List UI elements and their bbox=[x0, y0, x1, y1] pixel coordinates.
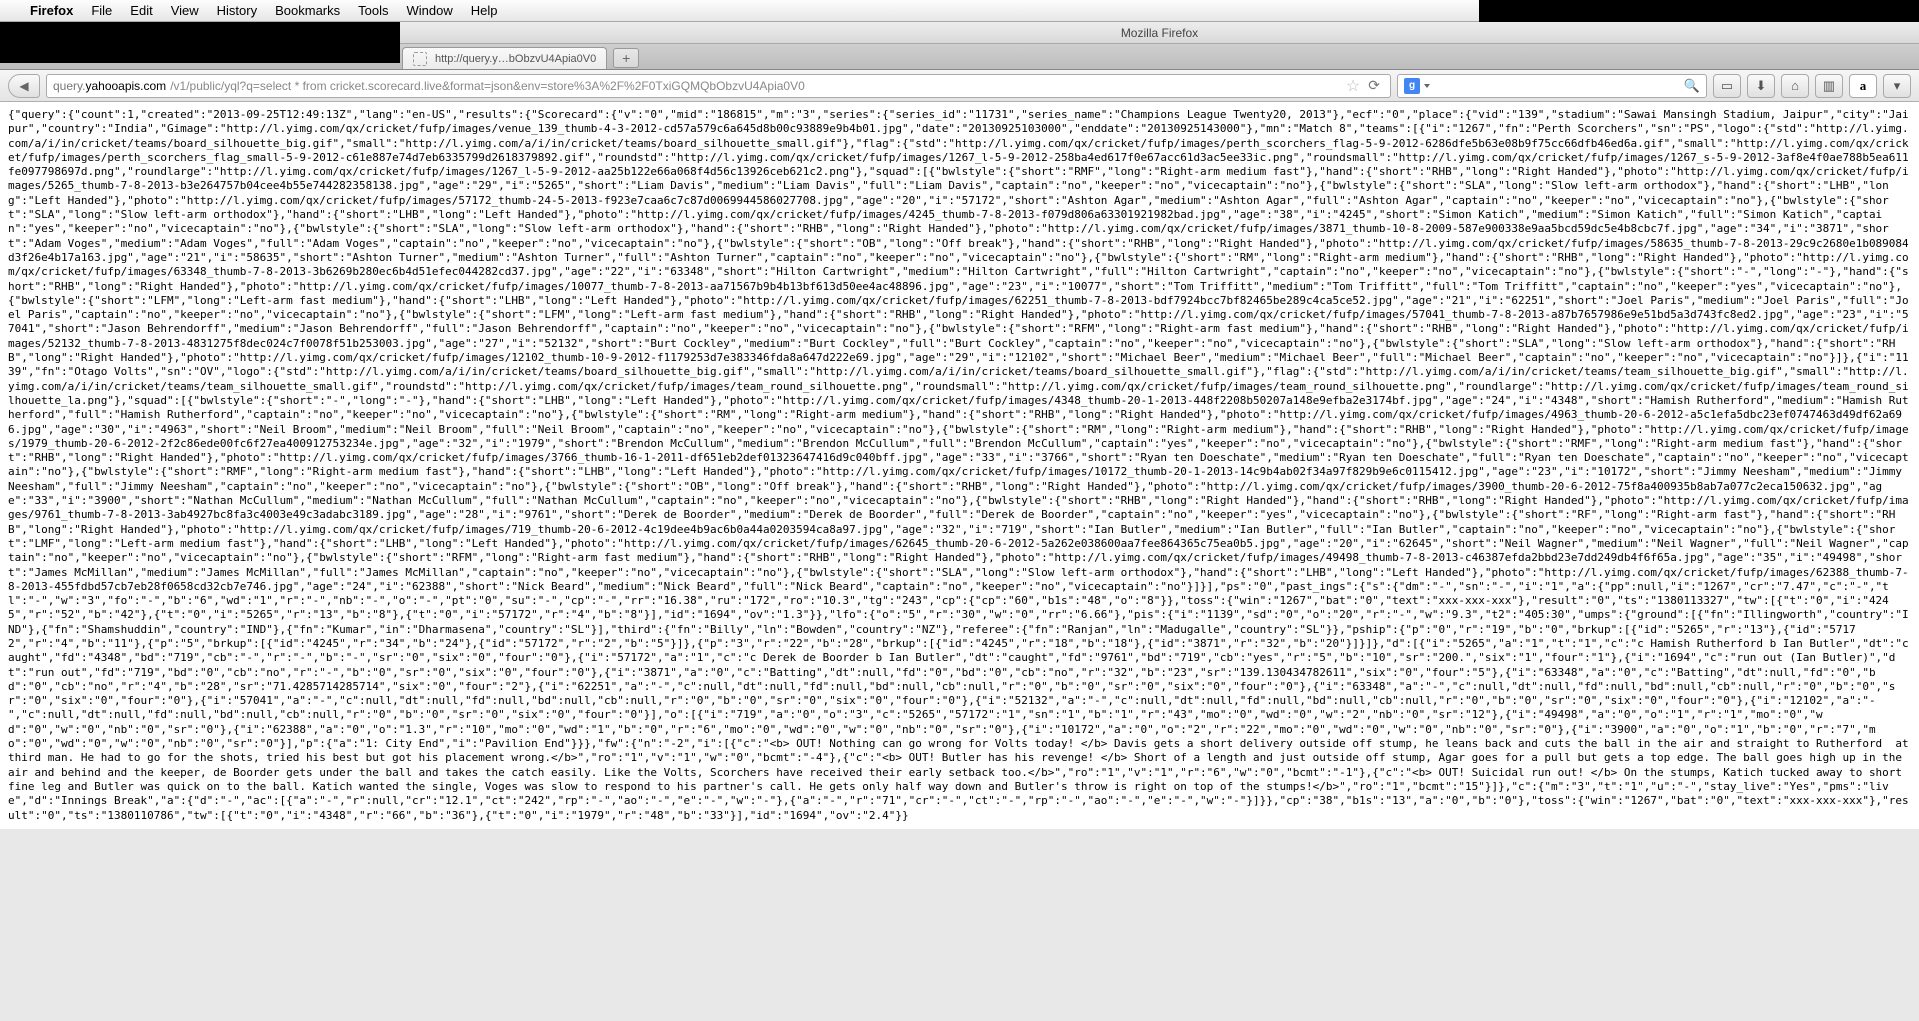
redacted-region bbox=[1479, 0, 1919, 22]
bookmark-star-icon[interactable]: ☆ bbox=[1346, 76, 1360, 96]
page-body-json[interactable]: {"query":{"count":1,"created":"2013-09-2… bbox=[0, 102, 1919, 829]
menu-tools[interactable]: Tools bbox=[358, 3, 388, 18]
tab-title: http://query.y…bObzvU4Apia0V0 bbox=[435, 53, 596, 65]
app-menu[interactable]: Firefox bbox=[30, 3, 73, 18]
window-title: Mozilla Firefox bbox=[400, 22, 1919, 44]
menu-file[interactable]: File bbox=[91, 3, 112, 18]
menu-edit[interactable]: Edit bbox=[130, 3, 152, 18]
browser-toolbar: ◀ query.yahooapis.com /v1/public/yql?q=s… bbox=[0, 70, 1919, 102]
menu-history[interactable]: History bbox=[217, 3, 257, 18]
redacted-region bbox=[0, 22, 400, 63]
amazon-button[interactable]: a bbox=[1849, 74, 1877, 98]
menu-bookmarks[interactable]: Bookmarks bbox=[275, 3, 340, 18]
browser-tab[interactable]: http://query.y…bObzvU4Apia0V0 bbox=[402, 47, 607, 69]
home-button[interactable]: ⌂ bbox=[1781, 74, 1809, 98]
address-bar[interactable]: query.yahooapis.com /v1/public/yql?q=sel… bbox=[46, 74, 1391, 98]
pocket-button[interactable]: ▭ bbox=[1713, 74, 1741, 98]
menu-window[interactable]: Window bbox=[407, 3, 453, 18]
overflow-menu-button[interactable]: ▾ bbox=[1883, 74, 1911, 98]
bookmarks-button[interactable]: ▥ bbox=[1815, 74, 1843, 98]
new-tab-button[interactable]: + bbox=[613, 48, 639, 68]
search-icon[interactable]: 🔍 bbox=[1684, 78, 1700, 94]
menu-view[interactable]: View bbox=[171, 3, 199, 18]
menu-help[interactable]: Help bbox=[471, 3, 498, 18]
page-favicon bbox=[413, 52, 427, 66]
back-button[interactable]: ◀ bbox=[8, 74, 40, 98]
url-host: query.yahooapis.com bbox=[53, 79, 166, 93]
reload-icon[interactable]: ⟳ bbox=[1368, 77, 1380, 94]
search-bar[interactable]: g 🔍 bbox=[1397, 74, 1707, 98]
downloads-button[interactable]: ⬇ bbox=[1747, 74, 1775, 98]
search-engine-icon[interactable]: g bbox=[1404, 78, 1420, 94]
url-path: /v1/public/yql?q=select * from cricket.s… bbox=[170, 79, 805, 93]
